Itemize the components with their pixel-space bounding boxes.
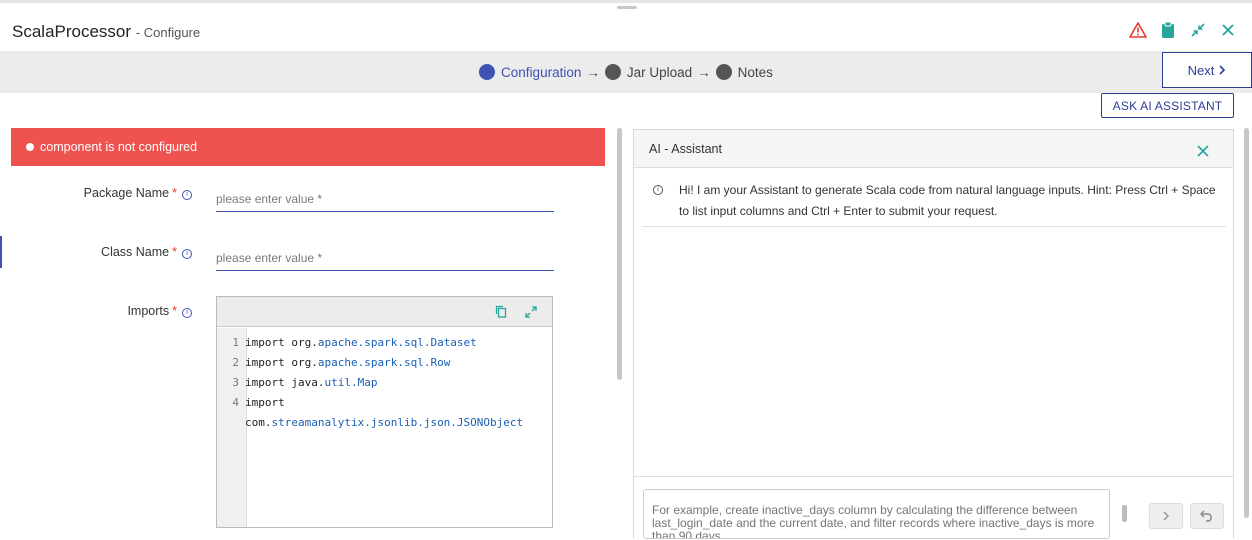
form-scrollbar[interactable] <box>617 128 622 380</box>
code-text: com.streamanalytix.jsonlib.json.JSONObje… <box>245 413 523 433</box>
code-token: import java. <box>245 376 325 389</box>
chevron-right-icon <box>1163 511 1170 521</box>
next-button[interactable]: Next <box>1162 52 1252 88</box>
code-text: import org.apache.spark.sql.Row <box>245 353 450 373</box>
bullet-icon <box>26 143 34 151</box>
code-line: 1 import org.apache.spark.sql.Dataset <box>217 333 552 353</box>
info-icon[interactable]: i <box>182 190 192 200</box>
label-text: Package Name <box>83 186 170 200</box>
code-token: import org. <box>245 336 318 349</box>
code-line: 2 import org.apache.spark.sql.Row <box>217 353 552 373</box>
code-package-token: util.Map <box>324 376 378 389</box>
imports-code-editor[interactable]: 1 import org.apache.spark.sql.Dataset 2 im… <box>216 296 553 528</box>
close-icon[interactable] <box>1197 144 1211 158</box>
ai-prompt-input[interactable] <box>643 489 1110 539</box>
required-marker: * <box>172 245 177 259</box>
minimize-icon[interactable] <box>1188 20 1208 40</box>
dialog-header: ScalaProcessor - Configure <box>0 6 1252 51</box>
ai-panel-scrollbar[interactable] <box>1244 128 1249 518</box>
step-dot-icon <box>715 64 732 80</box>
copy-icon[interactable] <box>495 305 509 319</box>
ai-input-area <box>634 476 1233 540</box>
step-configuration[interactable]: Configuration <box>479 64 581 80</box>
line-number <box>217 413 245 433</box>
package-name-label: Package Name * i <box>84 186 192 200</box>
ai-assistant-title: AI - Assistant <box>649 142 722 156</box>
label-text: Class Name <box>101 245 170 259</box>
dialog-subtitle: - Configure <box>135 25 201 40</box>
code-token: import <box>245 396 285 409</box>
package-name-input[interactable] <box>216 186 554 212</box>
assistant-greeting: Hi! I am your Assistant to generate Scal… <box>679 183 1216 218</box>
chevron-right-icon <box>1219 65 1226 75</box>
code-line: 3 import java.util.Map <box>217 373 552 393</box>
ai-assistant-panel: AI - Assistant i Hi! I am your Assistant… <box>633 129 1234 540</box>
code-text: import org.apache.spark.sql.Dataset <box>245 333 477 353</box>
dialog-title: ScalaProcessor - Configure <box>12 22 200 42</box>
code-text: import java.util.Map <box>245 373 377 393</box>
class-name-input[interactable] <box>216 245 554 271</box>
required-marker: * <box>172 186 177 200</box>
clipboard-icon[interactable] <box>1158 20 1178 40</box>
code-content[interactable]: 1 import org.apache.spark.sql.Dataset 2 im… <box>217 333 552 433</box>
line-number: 2 <box>232 356 239 369</box>
code-text: import <box>245 393 285 413</box>
info-icon[interactable]: i <box>182 249 192 259</box>
configure-dialog: ScalaProcessor - Configure Configuration… <box>0 0 1252 540</box>
code-package-token: apache.spark.sql.Row <box>317 356 451 369</box>
ai-assistant-header: AI - Assistant <box>634 130 1233 168</box>
next-label: Next <box>1187 62 1215 78</box>
info-icon: i <box>653 185 663 195</box>
step-dot-icon <box>479 64 496 80</box>
step-dot-icon <box>604 64 621 80</box>
step-label: Notes <box>737 64 773 80</box>
code-line: 4 import <box>217 393 552 413</box>
alert-message: component is not configured <box>40 140 198 154</box>
class-name-label: Class Name * i <box>101 245 192 259</box>
undo-icon <box>1200 510 1212 522</box>
step-label: Configuration <box>501 64 582 80</box>
input-scrollbar[interactable] <box>1122 505 1127 522</box>
left-edge-indicator <box>0 236 2 268</box>
undo-button[interactable] <box>1190 503 1224 529</box>
required-marker: * <box>172 304 177 318</box>
step-label: Jar Upload <box>626 64 693 80</box>
component-name: ScalaProcessor <box>12 22 132 41</box>
warning-icon[interactable] <box>1128 20 1148 40</box>
editor-toolbar <box>217 297 552 327</box>
line-number: 4 <box>232 396 239 409</box>
step-arrow: → <box>697 64 711 80</box>
code-token: import org. <box>245 356 318 369</box>
line-number: 1 <box>232 336 239 349</box>
code-token: com. <box>245 416 272 429</box>
label-text: Imports <box>127 304 170 318</box>
send-button[interactable] <box>1149 503 1183 529</box>
step-arrow: → <box>586 64 600 80</box>
error-alert: component is not configured <box>11 128 605 166</box>
code-package-token: apache.spark.sql.Dataset <box>317 336 477 349</box>
line-number: 3 <box>232 376 239 389</box>
close-icon[interactable] <box>1218 20 1238 40</box>
ai-assistant-message: i Hi! I am your Assistant to generate Sc… <box>642 168 1226 227</box>
wizard-stepper: Configuration → Jar Upload → Notes <box>0 51 1252 93</box>
imports-label: Imports * i <box>127 304 192 318</box>
ask-ai-assistant-button[interactable]: ASK AI ASSISTANT <box>1101 93 1234 118</box>
step-jar-upload[interactable]: Jar Upload <box>604 64 693 80</box>
code-package-token: streamanalytix.jsonlib.json.JSONObject <box>271 416 524 429</box>
step-notes[interactable]: Notes <box>715 64 773 80</box>
code-line: com.streamanalytix.jsonlib.json.JSONObje… <box>217 413 552 433</box>
info-icon[interactable]: i <box>182 308 192 318</box>
expand-icon[interactable] <box>525 305 539 319</box>
